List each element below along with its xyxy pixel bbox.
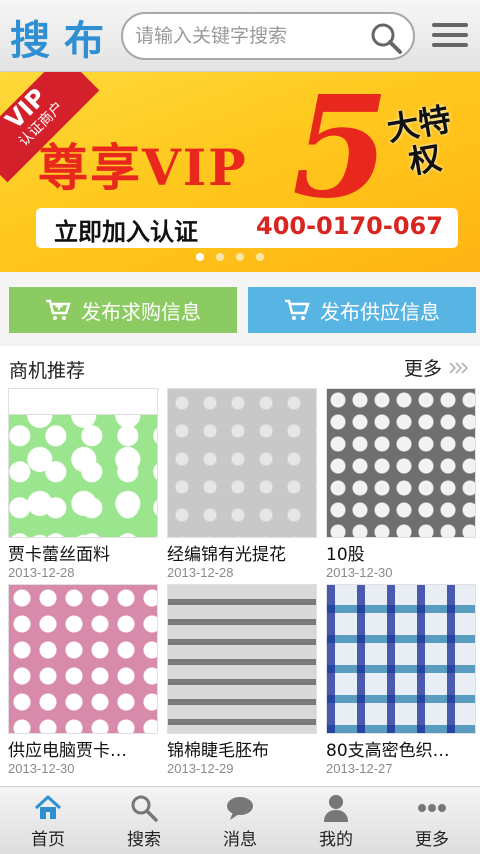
carousel-indicator bbox=[196, 246, 276, 261]
post-supply-label: 发布供应信息 bbox=[320, 299, 440, 324]
product-date: 2013-12-30 bbox=[326, 565, 393, 580]
bottom-tab-bar: 首页 搜索 消息 我的 更多 bbox=[0, 786, 480, 854]
tab-messages[interactable]: 消息 bbox=[192, 791, 288, 854]
product-image[interactable] bbox=[8, 388, 158, 538]
user-icon bbox=[324, 795, 348, 822]
app-logo[interactable]: 搜布 bbox=[10, 8, 118, 66]
product-image[interactable] bbox=[8, 584, 158, 734]
tab-home-label: 首页 bbox=[31, 830, 65, 850]
product-card[interactable]: 贾卡蕾丝面料 2013-12-28 bbox=[8, 388, 158, 580]
post-purchase-label: 发布求购信息 bbox=[81, 299, 201, 324]
product-card[interactable]: 10股 2013-12-30 bbox=[326, 388, 476, 580]
tab-search-label: 搜索 bbox=[127, 830, 161, 850]
product-name: 贾卡蕾丝面料 bbox=[8, 545, 110, 565]
product-name: 锦棉睫毛胚布 bbox=[167, 741, 269, 761]
banner-join-bar: 立即加入认证 400-0170-067 bbox=[36, 208, 458, 248]
double-chevron-icon bbox=[449, 361, 468, 374]
product-name: 80支高密色织… bbox=[326, 741, 450, 761]
more-label: 更多 bbox=[403, 358, 442, 380]
chat-bubble-icon bbox=[227, 797, 253, 820]
action-bar: 发布求购信息 发布供应信息 bbox=[0, 272, 480, 344]
product-card[interactable]: 供应电脑贾卡… 2013-12-30 bbox=[8, 584, 158, 776]
product-image[interactable] bbox=[326, 388, 476, 538]
product-name: 供应电脑贾卡… bbox=[8, 741, 127, 761]
product-date: 2013-12-28 bbox=[167, 565, 234, 580]
product-date: 2013-12-30 bbox=[8, 761, 75, 776]
carousel-dot[interactable] bbox=[256, 253, 264, 261]
product-card[interactable]: 锦棉睫毛胚布 2013-12-29 bbox=[167, 584, 317, 776]
search-icon bbox=[131, 795, 158, 822]
product-card[interactable]: 经编锦有光提花 2013-12-28 bbox=[167, 388, 317, 580]
tab-search[interactable]: 搜索 bbox=[96, 791, 192, 854]
banner-side-text: 大特权 bbox=[384, 100, 454, 182]
product-name: 经编锦有光提花 bbox=[167, 545, 286, 565]
tab-more-label: 更多 bbox=[415, 830, 449, 850]
tab-home[interactable]: 首页 bbox=[0, 791, 96, 854]
search-icon[interactable] bbox=[369, 21, 403, 55]
cart-icon bbox=[46, 299, 71, 320]
home-icon bbox=[34, 795, 62, 819]
more-link[interactable]: 更多 bbox=[404, 354, 468, 381]
carousel-dot[interactable] bbox=[236, 253, 244, 261]
search-input[interactable] bbox=[135, 22, 365, 50]
product-date: 2013-12-29 bbox=[167, 761, 234, 776]
tab-more[interactable]: 更多 bbox=[384, 791, 480, 854]
tab-mine-label: 我的 bbox=[319, 830, 353, 850]
post-supply-button[interactable]: 发布供应信息 bbox=[248, 287, 476, 333]
product-name: 10股 bbox=[326, 545, 365, 565]
phone-number: 400-0170-067 bbox=[256, 212, 443, 240]
banner-title: 尊享VIP bbox=[38, 138, 248, 197]
product-image[interactable] bbox=[167, 584, 317, 734]
tab-mine[interactable]: 我的 bbox=[288, 791, 384, 854]
recommend-section: 商机推荐 更多 贾卡蕾丝面料 2013-12-28 经编锦有光提花 2013-1… bbox=[0, 346, 480, 786]
menu-icon[interactable] bbox=[430, 20, 470, 50]
header: 搜布 bbox=[0, 0, 480, 72]
search-box[interactable] bbox=[121, 12, 415, 60]
tab-messages-label: 消息 bbox=[223, 830, 257, 850]
product-card[interactable]: 80支高密色织… 2013-12-27 bbox=[326, 584, 476, 776]
product-date: 2013-12-28 bbox=[8, 565, 75, 580]
carousel-dot[interactable] bbox=[196, 253, 204, 261]
more-dots-icon bbox=[418, 804, 446, 812]
promo-banner[interactable]: VIP 认证商户 尊享VIP 5 大特权 立即加入认证 400-0170-067 bbox=[0, 72, 480, 272]
section-title: 商机推荐 bbox=[9, 360, 86, 382]
banner-big-number: 5 bbox=[292, 72, 390, 230]
cart-icon bbox=[285, 299, 310, 320]
carousel-dot[interactable] bbox=[216, 253, 224, 261]
product-image[interactable] bbox=[326, 584, 476, 734]
product-date: 2013-12-27 bbox=[326, 761, 393, 776]
join-text: 立即加入认证 bbox=[54, 218, 198, 246]
post-purchase-button[interactable]: 发布求购信息 bbox=[9, 287, 237, 333]
product-image[interactable] bbox=[167, 388, 317, 538]
